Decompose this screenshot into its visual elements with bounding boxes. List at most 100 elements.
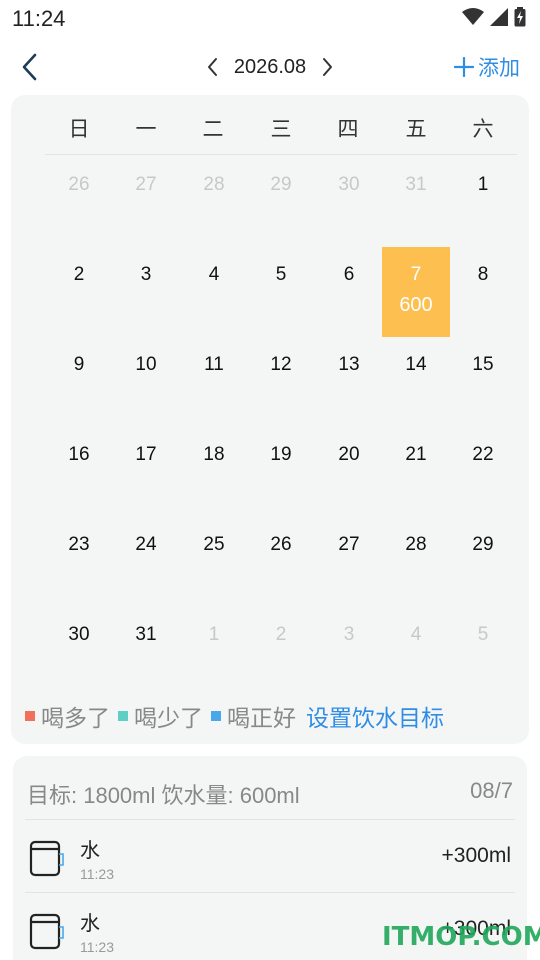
calendar-day[interactable]: 5 [247,247,315,337]
calendar-day[interactable]: 4 [382,607,450,697]
calendar-day[interactable]: 27 [315,517,383,607]
day-number: 22 [472,444,494,465]
calendar-day[interactable]: 30 [315,157,383,247]
calendar-day[interactable]: 23 [45,517,113,607]
status-bar: 11:24 [0,0,540,36]
legend: 喝多了 喝少了 喝正好 设置饮水目标 [25,699,525,733]
calendar-day[interactable]: 31 [112,607,180,697]
legend-swatch-under [118,711,128,721]
day-number: 3 [140,264,152,285]
day-number: 15 [472,354,494,375]
day-number: 25 [203,534,225,555]
calendar-day[interactable]: 28 [382,517,450,607]
calendar-day[interactable]: 19 [247,427,315,517]
calendar-day[interactable]: 8 [449,247,517,337]
day-number: 1 [477,174,489,195]
calendar-day[interactable]: 26 [45,157,113,247]
calendar-day[interactable]: 4 [180,247,248,337]
calendar-day[interactable]: 18 [180,427,248,517]
legend-item: 喝少了 [118,699,203,733]
cup-icon [29,913,64,950]
legend-label-under: 喝少了 [134,706,203,732]
day-number: 31 [405,174,427,195]
day-number: 21 [405,444,427,465]
calendar-day[interactable]: 24 [112,517,180,607]
calendar-day[interactable]: 10 [112,337,180,427]
calendar-day[interactable]: 30 [45,607,113,697]
status-icons [462,6,526,28]
record-row[interactable]: 水 11:23 +300ml [13,820,527,892]
calendar-day[interactable]: 28 [180,157,248,247]
calendar-day[interactable]: 27 [112,157,180,247]
record-time: 11:23 [80,939,114,955]
weekday-wed: 三 [270,117,292,141]
record-time: 11:23 [80,866,114,882]
calendar-day[interactable]: 13 [315,337,383,427]
calendar-day[interactable]: 5 [449,607,517,697]
day-number: 2 [275,624,287,645]
set-goal-link[interactable]: 设置饮水目标 [306,699,444,733]
legend-swatch-ok [211,711,221,721]
day-intake-amount: 600 [399,294,433,316]
calendar-day[interactable]: 25 [180,517,248,607]
calendar-day[interactable]: 2 [247,607,315,697]
calendar-day[interactable]: 29 [247,157,315,247]
day-number: 23 [68,534,90,555]
day-number: 9 [73,354,85,375]
calendar-day[interactable]: 6 [315,247,383,337]
day-number: 11 [204,354,224,375]
day-number: 18 [203,444,225,465]
watermark-logo: ITMOP.COM [382,922,540,952]
weekday-mon: 一 [135,117,157,141]
calendar-day[interactable]: 31 [382,157,450,247]
day-number: 29 [472,534,494,555]
calendar-day[interactable]: 1 [449,157,517,247]
weekday-fri: 五 [405,117,427,141]
chevron-right-icon [323,58,333,76]
day-number: 28 [405,534,427,555]
calendar-day[interactable]: 11 [180,337,248,427]
prev-month-button[interactable] [202,52,224,82]
day-number: 7 [410,264,422,285]
day-number: 28 [203,174,225,195]
day-number: 2 [73,264,85,285]
day-number: 27 [338,534,360,555]
calendar-day[interactable]: 26 [247,517,315,607]
calendar-day[interactable]: 29 [449,517,517,607]
weekday-thu: 四 [337,117,359,141]
back-button[interactable] [12,48,48,86]
calendar-day-selected[interactable]: 7 600 [382,247,450,337]
day-number: 13 [338,354,360,375]
signal-icon [490,8,508,26]
day-number: 30 [338,174,360,195]
day-number: 1 [208,624,220,645]
calendar-day[interactable]: 22 [449,427,517,517]
legend-swatch-over [25,711,35,721]
calendar-day[interactable]: 9 [45,337,113,427]
calendar-day[interactable]: 20 [315,427,383,517]
day-number: 4 [208,264,220,285]
calendar-day[interactable]: 21 [382,427,450,517]
calendar-day[interactable]: 15 [449,337,517,427]
weekday-tue: 二 [202,117,224,141]
wifi-icon [462,8,484,25]
next-month-button[interactable] [316,52,338,82]
calendar-day[interactable]: 16 [45,427,113,517]
day-number: 31 [135,624,157,645]
day-number: 5 [275,264,287,285]
day-number: 29 [270,174,292,195]
daily-summary: 目标: 1800ml 饮水量: 600ml [27,783,300,808]
calendar-day[interactable]: 2 [45,247,113,337]
calendar-day[interactable]: 3 [315,607,383,697]
day-number: 6 [343,264,355,285]
add-button[interactable]: 添加 [454,50,520,84]
calendar-day[interactable]: 12 [247,337,315,427]
calendar-day[interactable]: 1 [180,607,248,697]
day-number: 4 [410,624,422,645]
day-number: 5 [477,624,489,645]
legend-item: 喝多了 [25,699,110,733]
chevron-left-icon [207,58,217,76]
calendar-day[interactable]: 17 [112,427,180,517]
calendar-day[interactable]: 3 [112,247,180,337]
calendar-day[interactable]: 14 [382,337,450,427]
